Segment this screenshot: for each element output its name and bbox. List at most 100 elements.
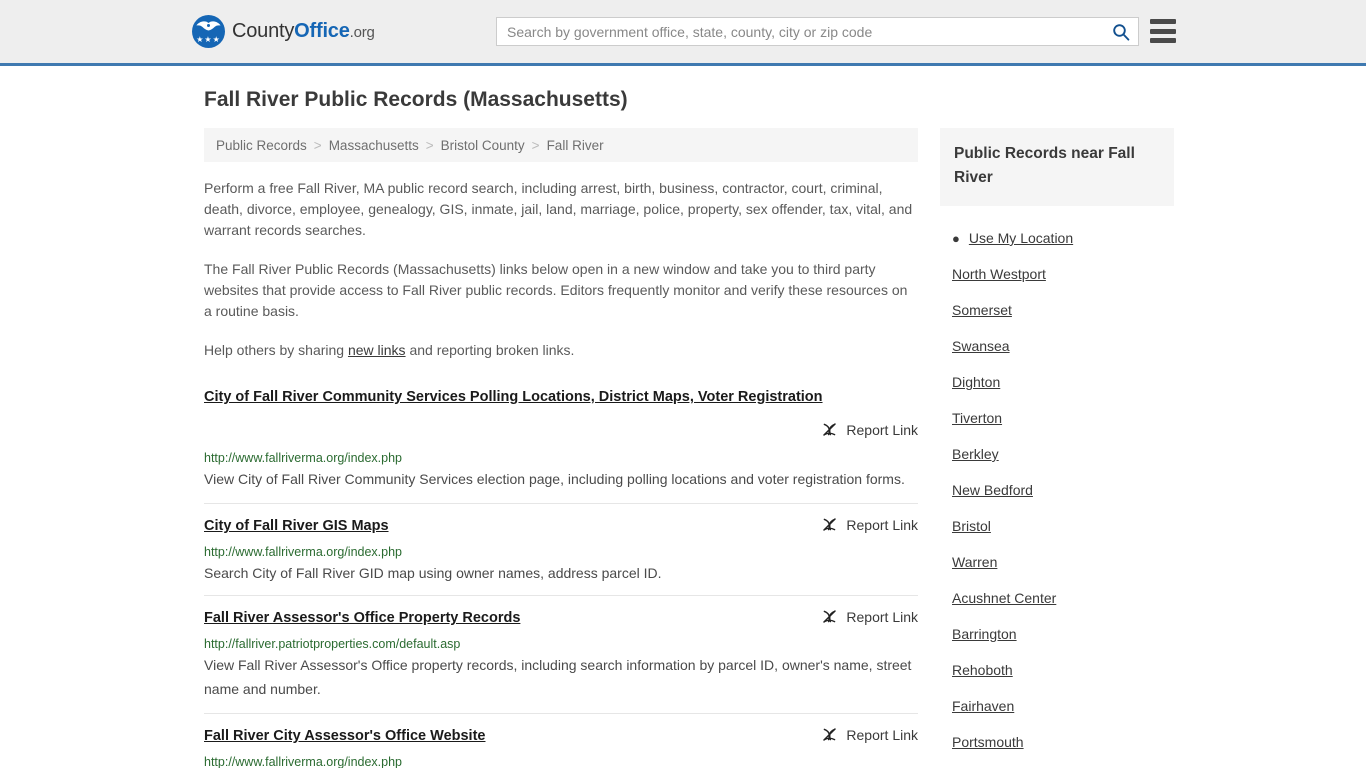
- sidebar-item-use-my-location[interactable]: ● Use My Location: [940, 220, 1174, 256]
- sidebar-item-warren[interactable]: Warren: [940, 544, 1174, 580]
- share-prefix-text: Help others by sharing: [204, 342, 348, 358]
- share-suffix-text: and reporting broken links.: [405, 342, 575, 358]
- breadcrumb-item-public-records[interactable]: Public Records: [216, 138, 307, 153]
- report-link-label: Report Link: [846, 516, 918, 533]
- hamburger-menu-icon-bar-1: [1150, 19, 1176, 24]
- share-links-paragraph: Help others by sharing new links and rep…: [204, 340, 918, 361]
- result-description: Search City of Fall River GID map using …: [204, 565, 662, 581]
- result-item: City of Fall River Community Services Po…: [204, 387, 918, 504]
- site-header: ★★★ CountyOffice.org: [0, 0, 1366, 66]
- eagle-icon: [196, 21, 221, 31]
- result-url[interactable]: http://fallriver.patriotproperties.com/d…: [204, 637, 918, 651]
- sidebar-item-label[interactable]: Barrington: [952, 626, 1017, 642]
- sidebar-item-fairhaven[interactable]: Fairhaven: [940, 688, 1174, 724]
- sidebar-item-label[interactable]: Swansea: [952, 338, 1010, 354]
- sidebar-heading: Public Records near Fall River: [940, 128, 1174, 206]
- sidebar-item-label[interactable]: Portsmouth: [952, 734, 1024, 750]
- report-link-button[interactable]: Report Link: [204, 421, 918, 438]
- result-item: Fall River City Assessor's Office Websit…: [204, 726, 918, 768]
- report-link-button[interactable]: Report Link: [821, 516, 918, 533]
- breadcrumb-item-fall-river[interactable]: Fall River: [547, 138, 604, 153]
- sidebar-item-label[interactable]: Berkley: [952, 446, 999, 462]
- site-logo[interactable]: ★★★ CountyOffice.org: [192, 15, 375, 48]
- page-container: Fall River Public Records (Massachusetts…: [0, 88, 1366, 768]
- hamburger-menu-button[interactable]: [1150, 19, 1176, 43]
- stars-icon: ★★★: [196, 35, 221, 44]
- logo-text-tld: .org: [349, 24, 375, 41]
- result-url[interactable]: http://www.fallriverma.org/index.php: [204, 451, 918, 465]
- unlink-icon: [823, 610, 837, 623]
- use-my-location-label[interactable]: Use My Location: [969, 230, 1073, 246]
- unlink-icon: [823, 518, 837, 531]
- result-title-link[interactable]: City of Fall River GIS Maps: [204, 516, 389, 536]
- result-title-link[interactable]: Fall River City Assessor's Office Websit…: [204, 726, 485, 746]
- logo-text-office: Office: [294, 20, 350, 42]
- result-description: View Fall River Assessor's Office proper…: [204, 657, 912, 697]
- logo-wordmark: CountyOffice.org: [232, 20, 375, 43]
- breadcrumb-item-bristol-county[interactable]: Bristol County: [441, 138, 525, 153]
- main-content-column: Public Records > Massachusetts > Bristol…: [204, 128, 918, 768]
- sidebar-item-rehoboth[interactable]: Rehoboth: [940, 652, 1174, 688]
- hamburger-menu-icon-bar-2: [1150, 28, 1176, 34]
- sidebar-item-label[interactable]: Acushnet Center: [952, 590, 1056, 606]
- sidebar-item-somerset[interactable]: Somerset: [940, 292, 1174, 328]
- result-header: City of Fall River Community Services Po…: [204, 387, 918, 438]
- sidebar-item-label[interactable]: Tiverton: [952, 410, 1002, 426]
- search-bar: [496, 17, 1139, 46]
- breadcrumb: Public Records > Massachusetts > Bristol…: [204, 128, 918, 162]
- breadcrumb-separator: >: [531, 137, 540, 153]
- sidebar-places-list: ● Use My Location North Westport Somerse…: [940, 220, 1174, 768]
- sidebar-item-label[interactable]: Dighton: [952, 374, 1000, 390]
- result-url[interactable]: http://www.fallriverma.org/index.php: [204, 755, 918, 768]
- result-description: View City of Fall River Community Servic…: [204, 471, 905, 487]
- result-title-link[interactable]: Fall River Assessor's Office Property Re…: [204, 608, 520, 628]
- report-link-label: Report Link: [846, 726, 918, 743]
- content-row: Public Records > Massachusetts > Bristol…: [204, 128, 1174, 768]
- result-url[interactable]: http://www.fallriverma.org/index.php: [204, 545, 918, 559]
- report-link-label: Report Link: [846, 608, 918, 625]
- report-link-button[interactable]: Report Link: [821, 726, 918, 743]
- search-button[interactable]: [1104, 18, 1138, 45]
- intro-paragraph-1: Perform a free Fall River, MA public rec…: [204, 180, 913, 238]
- sidebar: Public Records near Fall River ● Use My …: [940, 128, 1174, 768]
- sidebar-item-bristol[interactable]: Bristol: [940, 508, 1174, 544]
- breadcrumb-separator: >: [313, 137, 322, 153]
- sidebar-item-new-bedford[interactable]: New Bedford: [940, 472, 1174, 508]
- search-icon: [1113, 23, 1130, 41]
- sidebar-item-tiverton[interactable]: Tiverton: [940, 400, 1174, 436]
- breadcrumb-item-massachusetts[interactable]: Massachusetts: [329, 138, 419, 153]
- result-header: Fall River Assessor's Office Property Re…: [204, 608, 918, 628]
- report-link-button[interactable]: Report Link: [821, 608, 918, 625]
- map-pin-icon: ●: [952, 230, 960, 246]
- sidebar-item-swansea[interactable]: Swansea: [940, 328, 1174, 364]
- result-title-link[interactable]: City of Fall River Community Services Po…: [204, 387, 918, 407]
- result-item: Fall River Assessor's Office Property Re…: [204, 608, 918, 714]
- breadcrumb-separator: >: [425, 137, 434, 153]
- sidebar-item-north-westport[interactable]: North Westport: [940, 256, 1174, 292]
- result-header: City of Fall River GIS Maps Report Link: [204, 516, 918, 536]
- sidebar-item-portsmouth[interactable]: Portsmouth: [940, 724, 1174, 760]
- page-title: Fall River Public Records (Massachusetts…: [204, 88, 628, 111]
- sidebar-item-label[interactable]: North Westport: [952, 266, 1046, 282]
- intro-paragraph-2: The Fall River Public Records (Massachus…: [204, 261, 908, 319]
- sidebar-item-label[interactable]: Bristol: [952, 518, 991, 534]
- unlink-icon: [823, 728, 837, 741]
- county-office-emblem-icon: ★★★: [192, 15, 225, 48]
- result-item: City of Fall River GIS Maps Report Link …: [204, 516, 918, 596]
- sidebar-item-label[interactable]: Warren: [952, 554, 997, 570]
- sidebar-item-label[interactable]: Fairhaven: [952, 698, 1014, 714]
- sidebar-item-dighton[interactable]: Dighton: [940, 364, 1174, 400]
- sidebar-item-berkley[interactable]: Berkley: [940, 436, 1174, 472]
- sidebar-item-acushnet-center[interactable]: Acushnet Center: [940, 580, 1174, 616]
- hamburger-menu-icon-bar-3: [1150, 38, 1176, 43]
- sidebar-item-barrington[interactable]: Barrington: [940, 616, 1174, 652]
- result-header: Fall River City Assessor's Office Websit…: [204, 726, 918, 746]
- results-list: City of Fall River Community Services Po…: [204, 387, 918, 768]
- new-links-link[interactable]: new links: [348, 342, 406, 358]
- logo-text-county: County: [232, 20, 295, 42]
- sidebar-item-label[interactable]: Somerset: [952, 302, 1012, 318]
- sidebar-item-label[interactable]: New Bedford: [952, 482, 1033, 498]
- search-input[interactable]: [497, 18, 1104, 45]
- sidebar-item-north-lakeville[interactable]: North Lakeville: [940, 760, 1174, 768]
- sidebar-item-label[interactable]: Rehoboth: [952, 662, 1013, 678]
